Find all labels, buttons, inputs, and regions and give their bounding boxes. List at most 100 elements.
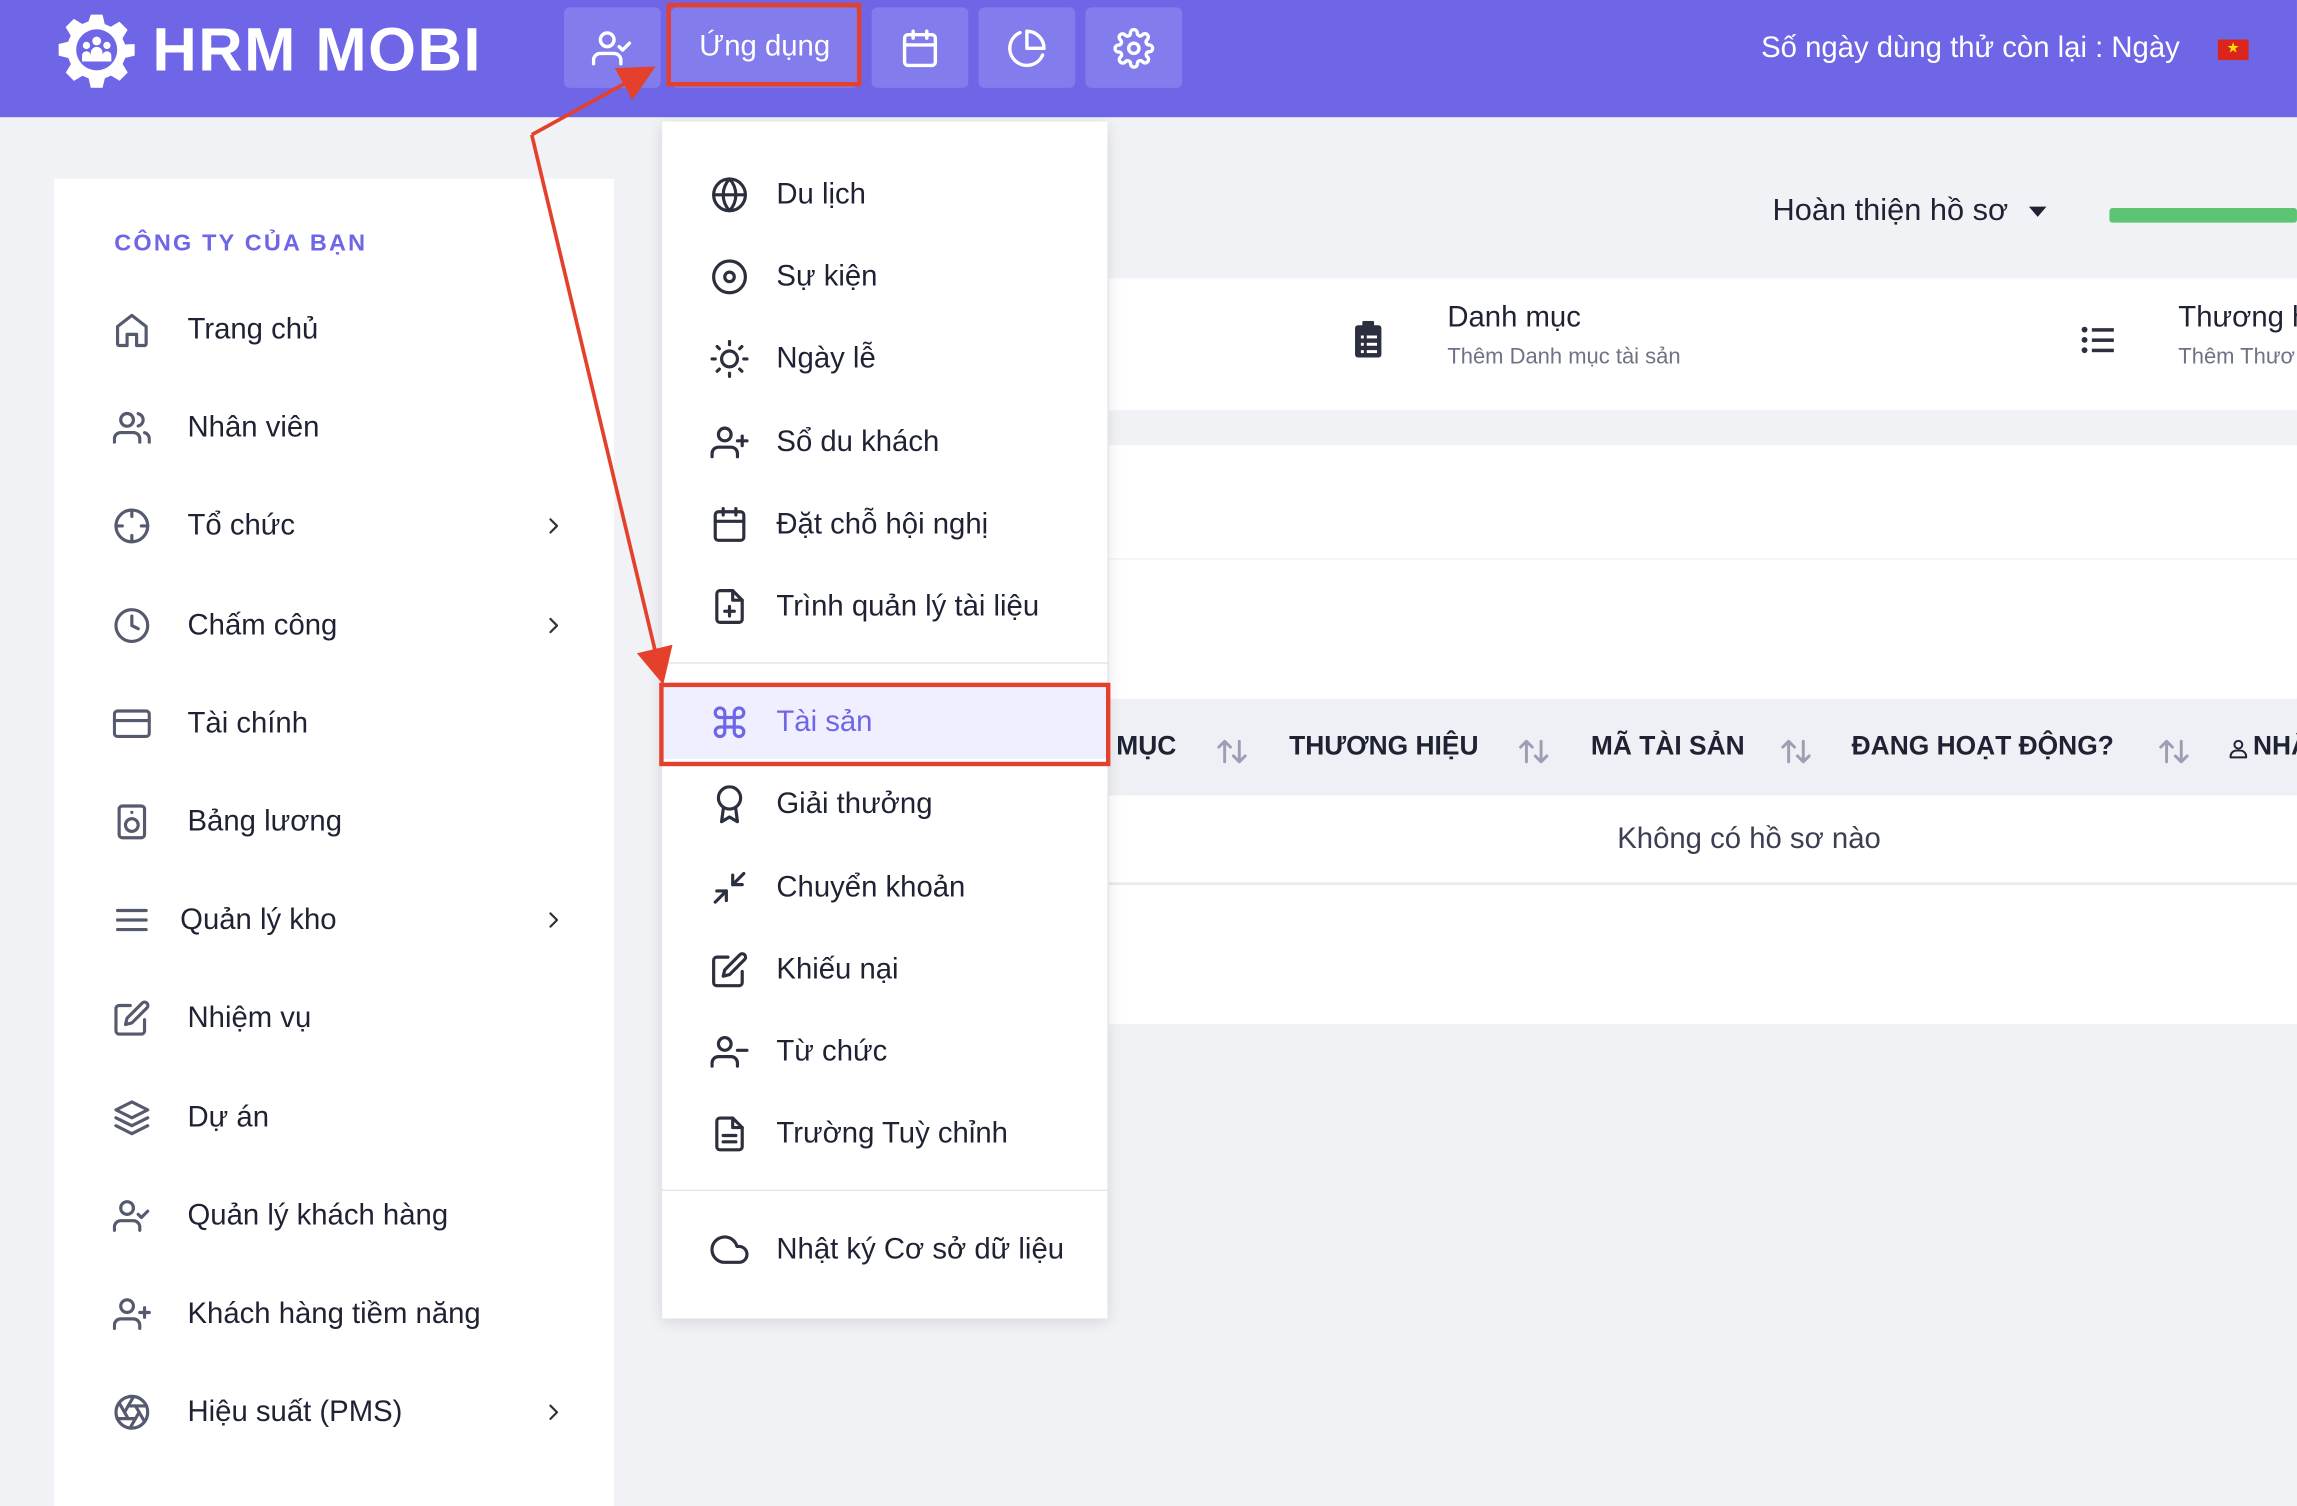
brand-card[interactable]: Thương h Thêm Thươ [2178, 302, 2297, 369]
menu-item-guest-book[interactable]: Sổ du khách [662, 406, 1107, 479]
gear-icon [1113, 27, 1155, 69]
user-plus-icon [112, 1298, 151, 1330]
sidebar-item-label: Trang chủ [187, 312, 319, 346]
sidebar-item-label: Dự án [187, 1100, 270, 1134]
sidebar-item-home[interactable]: Trang chủ [113, 300, 567, 359]
brand-card-subtitle: Thêm Thươ [2178, 344, 2295, 370]
user-icon [2229, 739, 2248, 759]
menu-item-transfers[interactable]: Chuyển khoản [662, 851, 1107, 924]
menu-item-custom-fields[interactable]: Trường Tuỳ chỉnh [662, 1097, 1107, 1170]
clipboard-list-icon [1355, 320, 1382, 358]
menu-item-database-log[interactable]: Nhật ký Cơ sở dữ liệu [662, 1213, 1107, 1286]
nav-calendar-button[interactable] [871, 7, 969, 88]
chevron-right-icon [549, 1404, 559, 1420]
list-icon [2081, 326, 2114, 354]
sidebar-item-leads[interactable]: Khách hàng tiềm năng [112, 1285, 567, 1344]
menu-item-label: Sổ du khách [776, 425, 940, 458]
menu-item-label: Trường Tuỳ chỉnh [776, 1117, 1008, 1150]
sidebar-item-label: Quản lý kho [180, 903, 337, 936]
aperture-icon [114, 1394, 150, 1430]
table-footer [1108, 883, 2297, 1025]
top-navbar: HRM MOBI Ứng dụng Số ngày dùng thử còn l… [0, 0, 2297, 118]
empty-table-message: Không có hồ sơ nào [1617, 823, 1881, 856]
sidebar-item-employees[interactable]: Nhân viên [112, 398, 567, 457]
file-text-icon [715, 1116, 744, 1152]
col-header-active[interactable]: ĐANG HOẠT ĐỘNG? [1852, 731, 2114, 762]
sidebar-item-projects[interactable]: Dự án [113, 1088, 567, 1147]
sidebar-item-customers[interactable]: Quản lý khách hàng [112, 1187, 567, 1246]
users-icon [112, 411, 151, 444]
menu-item-label: Sự kiện [776, 260, 878, 293]
gear-team-icon [58, 14, 135, 88]
sidebar-item-label: Quản lý khách hàng [187, 1199, 449, 1232]
home-icon [115, 313, 148, 348]
menu-item-label: Từ chức [776, 1035, 888, 1068]
nav-employees-button[interactable] [563, 7, 661, 88]
menu-item-label: Nhật ký Cơ sở dữ liệu [776, 1232, 1065, 1266]
sidebar-item-tasks[interactable]: Nhiệm vụ [113, 989, 567, 1048]
col-header-employee[interactable]: NHÂ [2253, 731, 2297, 762]
sidebar-section-title: CÔNG TY CỦA BẠN [114, 231, 368, 257]
user-check-icon [591, 30, 632, 65]
category-card-title: Danh mục [1447, 301, 1581, 335]
brand-logo[interactable]: HRM MOBI [58, 12, 482, 88]
user-minus-icon [710, 1035, 749, 1068]
layers-icon [114, 1100, 150, 1136]
user-plus-icon [710, 426, 749, 459]
sidebar-item-label: Nhân viên [187, 410, 320, 444]
brand-name: HRM MOBI [152, 14, 482, 84]
highlight-assets-box [659, 682, 1111, 767]
sort-icon[interactable] [1216, 738, 1248, 764]
category-card[interactable]: Danh mục Thêm Danh mục tài sản [1447, 302, 1680, 369]
clock-icon [114, 608, 150, 644]
minimize-icon [713, 871, 746, 904]
sidebar: CÔNG TY CỦA BẠN Trang chủ Nhân viên Tổ c… [54, 178, 614, 1506]
award-icon [716, 785, 743, 824]
menu-item-complaints[interactable]: Khiếu nại [662, 933, 1107, 1006]
chevron-right-icon [549, 912, 559, 928]
sidebar-item-label: Tổ chức [187, 509, 296, 542]
filter-panel [1108, 445, 2297, 559]
sort-icon[interactable] [2158, 738, 2190, 764]
sun-icon [710, 339, 749, 378]
menu-item-resignations[interactable]: Từ chức [662, 1015, 1107, 1088]
category-card-subtitle: Thêm Danh mục tài sản [1447, 344, 1681, 370]
col-header-brand[interactable]: THƯƠNG HIỆU [1289, 731, 1478, 762]
crosshair-icon [114, 508, 150, 544]
menu-item-document-manager[interactable]: Trình quản lý tài liệu [662, 570, 1107, 643]
menu-item-events[interactable]: Sự kiện [662, 240, 1107, 313]
sidebar-item-finance[interactable]: Tài chính [112, 694, 567, 753]
menu-item-label: Du lịch [776, 177, 866, 211]
sidebar-item-performance[interactable]: Hiệu suất (PMS) [113, 1383, 567, 1442]
sort-icon[interactable] [1780, 738, 1812, 764]
trial-days-text: Số ngày dùng thử còn lại : Ngày [1761, 32, 2180, 65]
sidebar-item-label: Hiệu suất (PMS) [187, 1395, 403, 1428]
sort-icon[interactable] [1518, 738, 1550, 764]
menu-item-conference-booking[interactable]: Đặt chỗ hội nghị [662, 488, 1107, 561]
sidebar-item-label: Bảng lương [187, 805, 343, 838]
menu-item-travel[interactable]: Du lịch [662, 158, 1107, 231]
nav-reports-button[interactable] [978, 7, 1076, 88]
credit-card-icon [112, 709, 151, 738]
sidebar-item-warehouse[interactable]: Quản lý kho [113, 891, 567, 950]
disc-icon [712, 259, 747, 295]
col-header-category[interactable]: MỤC [1116, 731, 1176, 762]
menu-divider [662, 1189, 1108, 1192]
col-header-asset-code[interactable]: MÃ TÀI SẢN [1591, 731, 1745, 762]
sidebar-item-attendance[interactable]: Chấm công [113, 596, 567, 655]
menu-item-awards[interactable]: Giải thưởng [662, 768, 1107, 841]
vietnam-flag-icon[interactable] [2217, 39, 2249, 61]
sidebar-item-payroll[interactable]: Bảng lương [113, 793, 567, 852]
menu-icon [115, 908, 148, 932]
menu-item-label: Đặt chỗ hội nghị [776, 507, 989, 540]
sidebar-item-label: Tài chính [187, 706, 309, 740]
complete-profile-dropdown[interactable]: Hoàn thiện hồ sơ [1773, 193, 2047, 228]
menu-item-holidays[interactable]: Ngày lễ [662, 322, 1107, 395]
caret-down-icon [2028, 205, 2047, 217]
sidebar-item-organization[interactable]: Tổ chức [113, 497, 567, 556]
sidebar-item-label: Khách hàng tiềm năng [187, 1297, 481, 1330]
edit-icon [114, 1000, 150, 1036]
brand-card-title: Thương h [2178, 301, 2297, 335]
nav-settings-button[interactable] [1085, 7, 1183, 88]
table-toolbar [1108, 559, 2297, 699]
